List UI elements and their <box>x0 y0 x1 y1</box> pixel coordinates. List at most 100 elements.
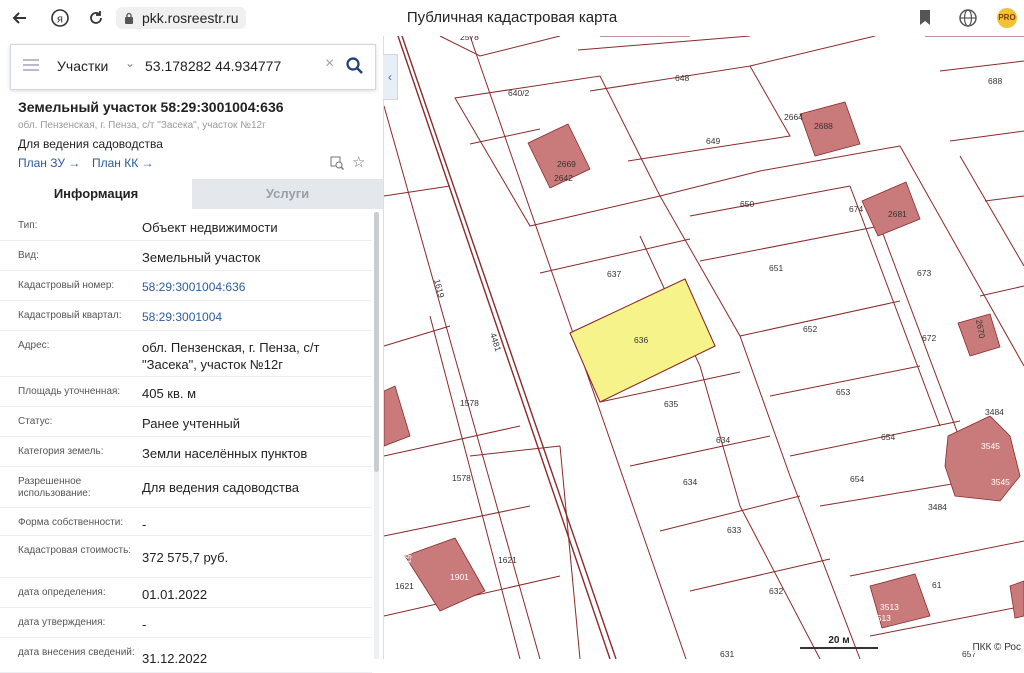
row-value: - <box>142 517 147 532</box>
row-key: Форма собственности: <box>18 517 124 528</box>
svg-text:654: 654 <box>881 432 895 442</box>
cadastral-quarter-link[interactable]: 58:29:3001004 <box>142 309 366 326</box>
scale-bar: 20 м <box>800 635 878 649</box>
row-value: - <box>142 617 147 632</box>
plan-kk-label: План КК <box>92 156 139 170</box>
row-value: Объект недвижимости <box>142 220 278 235</box>
svg-text:652: 652 <box>803 324 817 334</box>
table-row: дата внесения сведений: 31.12.2022 <box>0 638 372 673</box>
extension-badge[interactable]: PRO <box>997 8 1017 28</box>
svg-text:3513: 3513 <box>872 613 891 623</box>
row-value: Земли населённых пунктов <box>142 446 308 461</box>
row-value: 405 кв. м <box>142 386 197 401</box>
svg-text:651: 651 <box>769 263 783 273</box>
tabs: Информация Услуги <box>0 179 383 209</box>
svg-text:634: 634 <box>683 477 697 487</box>
star-icon[interactable]: ☆ <box>352 153 365 171</box>
table-row: Кадастровая стоимость: 372 575,7 руб. <box>0 536 372 578</box>
svg-text:674: 674 <box>849 204 863 214</box>
svg-text:653: 653 <box>836 387 850 397</box>
clear-icon[interactable]: × <box>325 55 334 73</box>
row-key: Кадастровый квартал: <box>18 310 122 321</box>
svg-text:688: 688 <box>988 76 1002 86</box>
svg-text:2642: 2642 <box>554 173 573 183</box>
object-purpose: Для ведения садоводства <box>18 137 163 151</box>
scrollbar-thumb[interactable] <box>374 212 379 472</box>
svg-text:2669: 2669 <box>557 159 576 169</box>
tab-information[interactable]: Информация <box>0 179 192 209</box>
svg-text:637: 637 <box>607 269 621 279</box>
bookmark-icon[interactable] <box>917 8 933 33</box>
table-row: Площадь уточненная: 405 кв. м <box>0 377 372 407</box>
svg-text:2664: 2664 <box>784 112 803 122</box>
row-key: Категория земель: <box>18 446 104 457</box>
row-key: Кадастровый номер: <box>18 280 115 291</box>
tab-services[interactable]: Услуги <box>192 179 383 209</box>
svg-text:631: 631 <box>720 649 734 659</box>
svg-text:672: 672 <box>922 333 936 343</box>
object-address: обл. Пензенская, г. Пенза, с/т "Засека",… <box>18 120 266 131</box>
svg-text:673: 673 <box>917 268 931 278</box>
row-key: Тип: <box>18 220 38 231</box>
table-row: Категория земель: Земли населённых пункто… <box>0 437 372 467</box>
svg-text:649: 649 <box>706 136 720 146</box>
svg-text:61: 61 <box>932 580 942 590</box>
object-title: Земельный участок 58:29:3001004:636 <box>18 99 284 115</box>
browser-toolbar: я pkk.rosreestr.ru Публичная кадастровая… <box>0 0 1024 37</box>
row-value: Ранее учтенный <box>142 416 240 431</box>
svg-text:654: 654 <box>850 474 864 484</box>
table-row: Кадастровый номер: 58:29:3001004:636 <box>0 271 372 301</box>
menu-icon[interactable] <box>23 59 39 71</box>
search-type-select[interactable]: Участки <box>57 58 108 74</box>
chevron-down-icon[interactable]: ⌄ <box>125 56 135 70</box>
svg-text:640/2: 640/2 <box>508 88 530 98</box>
plan-kk-link[interactable]: План КК → <box>92 156 154 170</box>
svg-text:3545: 3545 <box>991 477 1010 487</box>
globe-icon[interactable] <box>958 8 978 33</box>
table-row: Разрешенное использование: Для ведения са… <box>0 467 372 508</box>
row-key: Вид: <box>18 250 39 261</box>
svg-text:635: 635 <box>664 399 678 409</box>
svg-text:650: 650 <box>740 199 754 209</box>
row-value: 01.01.2022 <box>142 587 208 602</box>
svg-text:3484: 3484 <box>985 407 1004 417</box>
table-row: Статус: Ранее учтенный <box>0 407 372 437</box>
row-key: Кадастровая стоимость: <box>18 545 132 556</box>
search-input[interactable]: 53.178282 44.934777 <box>145 58 281 74</box>
row-key: Статус: <box>18 416 53 427</box>
svg-text:633: 633 <box>727 525 741 535</box>
plan-zu-label: План ЗУ <box>18 156 65 170</box>
table-row: Кадастровый квартал: 58:29:3001004 <box>0 301 372 331</box>
svg-text:1619: 1619 <box>432 278 447 299</box>
row-key: Площадь уточненная: <box>18 386 121 397</box>
svg-text:648: 648 <box>675 73 689 83</box>
row-key: Адрес: <box>18 340 50 351</box>
search-box: Участки ⌄ 53.178282 44.934777 × <box>10 44 376 90</box>
svg-text:1578: 1578 <box>460 398 479 408</box>
table-row: Тип: Объект недвижимости <box>0 211 372 241</box>
row-value: обл. Пензенская, г. Пенза, с/т "Засека",… <box>142 340 320 372</box>
table-row: Адрес: обл. Пензенская, г. Пенза, с/т "За… <box>0 331 372 377</box>
table-row: Форма собственности: - <box>0 508 372 536</box>
svg-text:1621: 1621 <box>395 581 414 591</box>
svg-text:2681: 2681 <box>888 209 907 219</box>
plan-zu-link[interactable]: План ЗУ → <box>18 156 80 170</box>
svg-text:2578: 2578 <box>460 36 479 42</box>
svg-text:1621: 1621 <box>498 555 517 565</box>
svg-text:634: 634 <box>716 435 730 445</box>
svg-text:3513: 3513 <box>880 602 899 612</box>
svg-text:3484: 3484 <box>928 502 947 512</box>
collapse-panel-button[interactable]: ‹ <box>383 54 398 100</box>
search-icon[interactable] <box>345 56 365 76</box>
table-row: дата утверждения: - <box>0 608 372 638</box>
row-key: Разрешенное использование: <box>18 476 91 499</box>
row-value: Земельный участок <box>142 250 261 265</box>
show-on-map-icon[interactable] <box>330 156 344 170</box>
arrow-right-icon: → <box>68 156 81 170</box>
svg-text:1578: 1578 <box>452 473 471 483</box>
table-row: дата определения: 01.01.2022 <box>0 578 372 608</box>
cadastral-number-link[interactable]: 58:29:3001004:636 <box>142 279 366 296</box>
svg-text:1901: 1901 <box>450 572 469 582</box>
row-key: дата определения: <box>18 587 106 598</box>
svg-text:3545: 3545 <box>981 441 1000 451</box>
